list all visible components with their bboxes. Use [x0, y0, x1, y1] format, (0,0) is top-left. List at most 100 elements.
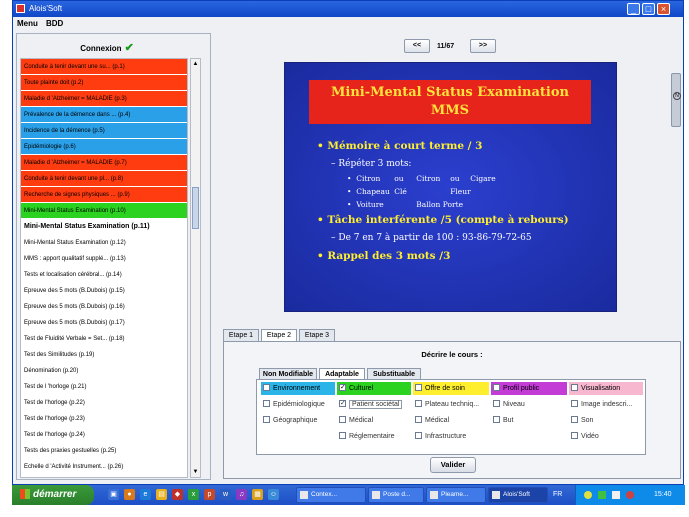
checkbox-icon[interactable]: [415, 399, 422, 407]
quicklaunch-app-icon[interactable]: ◆: [172, 489, 183, 500]
checkbox-icon[interactable]: [493, 383, 500, 391]
list-item[interactable]: Dénomination (p.20): [21, 363, 187, 379]
criteria-option[interactable]: Plateau techniq...: [413, 398, 489, 411]
list-item[interactable]: Epreuve des 5 mots (B.Dubois) (p.15): [21, 283, 187, 299]
checkbox-icon[interactable]: [415, 431, 422, 439]
side-panel-handle[interactable]: N: [671, 73, 681, 127]
list-item[interactable]: Tests des praxies gestuelles (p.25): [21, 443, 187, 459]
volume-icon[interactable]: [612, 491, 620, 499]
tab-etape-3[interactable]: Etape 3: [299, 329, 335, 341]
criteria-option[interactable]: Niveau: [491, 398, 567, 411]
criteria-option[interactable]: Médical: [337, 414, 411, 427]
next-page-button[interactable]: >>: [470, 39, 496, 53]
list-scrollbar[interactable]: ▲ ▼: [190, 58, 201, 478]
quicklaunch-excel-icon[interactable]: x: [188, 489, 199, 500]
list-item[interactable]: Conduite à tenir devant une su... (p.1): [21, 59, 187, 75]
prev-page-button[interactable]: <<: [404, 39, 430, 53]
menu-bdd[interactable]: BDD: [46, 19, 63, 28]
list-item[interactable]: Prévalence de la démence dans ... (p.4): [21, 107, 187, 123]
list-item[interactable]: Test de Fluidité Verbale = Set... (p.18): [21, 331, 187, 347]
criteria-option[interactable]: Epidémiologique: [261, 398, 335, 411]
criteria-option[interactable]: Vidéo: [569, 430, 643, 443]
list-item[interactable]: Epidémiologie (p.6): [21, 139, 187, 155]
taskbar-item-aloissoft[interactable]: Alois'Soft: [488, 487, 548, 503]
checkbox-icon[interactable]: [263, 383, 270, 391]
criteria-option[interactable]: ✓ Patient sociétal: [337, 398, 411, 411]
list-item[interactable]: Mini-Mental Status Examination (p.12): [21, 235, 187, 251]
antivirus-icon[interactable]: [626, 491, 634, 499]
valider-button[interactable]: Valider: [430, 457, 476, 473]
checkbox-icon[interactable]: [263, 399, 270, 407]
scroll-thumb[interactable]: [192, 187, 199, 229]
list-item[interactable]: Conduite à tenir devant une pl... (p.8): [21, 171, 187, 187]
list-item[interactable]: Mini-Mental Status Examination (p.10): [21, 203, 187, 219]
category-header[interactable]: Visualisation: [569, 382, 643, 395]
tab-etape-2[interactable]: Etape 2: [261, 329, 297, 341]
checkbox-icon[interactable]: [571, 415, 578, 423]
quicklaunch-folder-icon[interactable]: ▤: [156, 489, 167, 500]
checkbox-icon[interactable]: [415, 415, 422, 423]
category-header[interactable]: Profil public: [491, 382, 567, 395]
checkbox-icon[interactable]: [339, 431, 346, 439]
minimize-button[interactable]: _: [627, 3, 640, 15]
category-header[interactable]: Offre de soin: [413, 382, 489, 395]
quicklaunch-word-icon[interactable]: w: [220, 489, 231, 500]
list-item[interactable]: Test des Similitudes (p.19): [21, 347, 187, 363]
criteria-option[interactable]: Médical: [413, 414, 489, 427]
list-item[interactable]: Epreuve des 5 mots (B.Dubois) (p.17): [21, 315, 187, 331]
quicklaunch-ie-icon[interactable]: e: [140, 489, 151, 500]
quicklaunch-media-icon[interactable]: ♫: [236, 489, 247, 500]
quicklaunch-firefox-icon[interactable]: ●: [124, 489, 135, 500]
checkbox-icon[interactable]: [263, 415, 270, 423]
list-item[interactable]: Test de l 'horloge (p.21): [21, 379, 187, 395]
title-bar[interactable]: Alois'Soft _ □ ×: [13, 1, 683, 17]
criteria-option[interactable]: Son: [569, 414, 643, 427]
scroll-up-icon[interactable]: ▲: [191, 59, 200, 69]
menu-menu[interactable]: Menu: [17, 19, 38, 28]
checkbox-icon[interactable]: [571, 431, 578, 439]
list-item[interactable]: Echelle d 'Activité Instrument... (p.27): [21, 475, 187, 477]
list-item[interactable]: Test de l'horloge (p.23): [21, 411, 187, 427]
tab-adaptable[interactable]: Adaptable: [319, 368, 365, 379]
criteria-option[interactable]: Infrastructure: [413, 430, 489, 443]
tab-etape-1[interactable]: Etape 1: [223, 329, 259, 341]
list-item[interactable]: Maladie d 'Alzheimer = MALADIE (p.3): [21, 91, 187, 107]
tray-icon[interactable]: [584, 491, 592, 499]
tab-non-modifiable[interactable]: Non Modifiable: [259, 368, 317, 379]
clock[interactable]: 15:40: [654, 485, 672, 505]
checkbox-icon[interactable]: [571, 399, 578, 407]
checked-checkbox-icon[interactable]: ✓: [339, 383, 346, 391]
maximize-button[interactable]: □: [642, 3, 655, 15]
list-item[interactable]: Echelle d 'Activité Instrument... (p.26): [21, 459, 187, 475]
list-item[interactable]: Epreuve des 5 mots (B.Dubois) (p.16): [21, 299, 187, 315]
quicklaunch-explorer-icon[interactable]: ▦: [252, 489, 263, 500]
connexion-header[interactable]: Connexion ✔: [17, 41, 197, 54]
network-icon[interactable]: [598, 491, 606, 499]
checkbox-icon[interactable]: [339, 415, 346, 423]
tab-substituable[interactable]: Substituable: [367, 368, 421, 379]
quicklaunch-messenger-icon[interactable]: ☺: [268, 489, 279, 500]
checkbox-icon[interactable]: [415, 383, 422, 391]
criteria-option[interactable]: Réglementaire: [337, 430, 411, 443]
checkbox-icon[interactable]: [493, 399, 500, 407]
list-item[interactable]: Test de l'horloge (p.24): [21, 427, 187, 443]
list-item[interactable]: Toute plainte doit (p.2): [21, 75, 187, 91]
checkbox-icon[interactable]: [493, 415, 500, 423]
close-button[interactable]: ×: [657, 3, 670, 15]
list-item[interactable]: Incidence de la démence (p.5): [21, 123, 187, 139]
start-button[interactable]: démarrer: [12, 485, 94, 505]
checkbox-icon[interactable]: [571, 383, 578, 391]
criteria-option[interactable]: Image indescri...: [569, 398, 643, 411]
scroll-down-icon[interactable]: ▼: [191, 467, 200, 477]
category-header[interactable]: ✓ Culturel: [337, 382, 411, 395]
list-item[interactable]: Test de l'horloge (p.22): [21, 395, 187, 411]
list-item[interactable]: Recherche de signes physiques ... (p.9): [21, 187, 187, 203]
checked-checkbox-icon[interactable]: ✓: [339, 399, 346, 407]
list-item[interactable]: Tests et localisation cérébral... (p.14): [21, 267, 187, 283]
list-item[interactable]: Mini-Mental Status Examination (p.11): [21, 219, 187, 235]
taskbar-item-contex[interactable]: Contex...: [296, 487, 366, 503]
list-item[interactable]: Maladie d 'Alzheimer = MALADIE (p.7): [21, 155, 187, 171]
category-header[interactable]: Environnement: [261, 382, 335, 395]
taskbar-item-poste[interactable]: Poste d...: [368, 487, 424, 503]
quicklaunch-powerpoint-icon[interactable]: p: [204, 489, 215, 500]
